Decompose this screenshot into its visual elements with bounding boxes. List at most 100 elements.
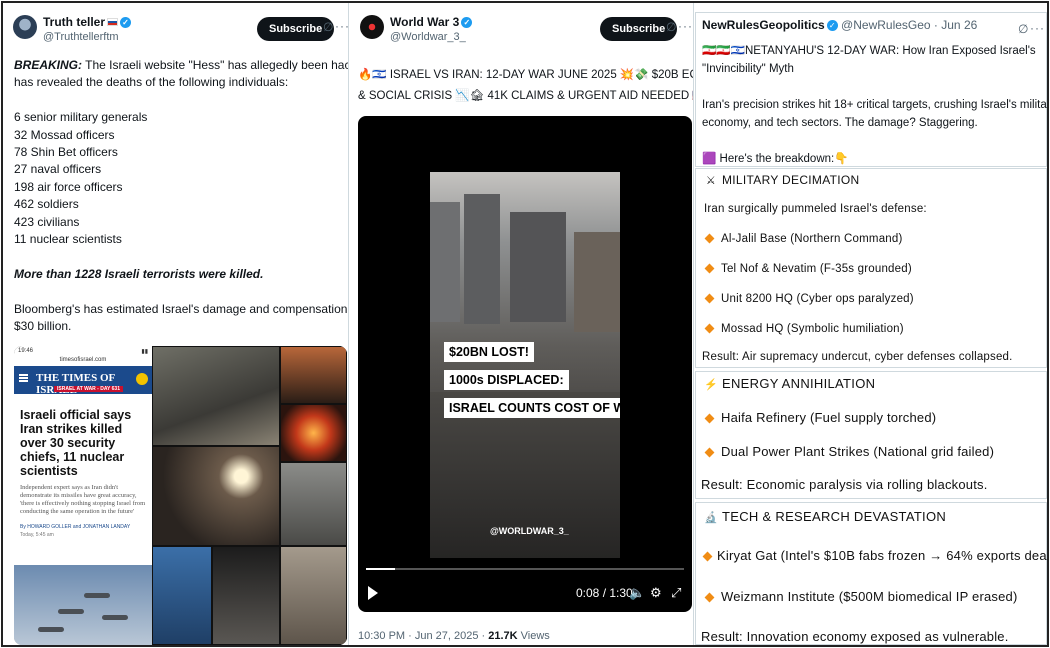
settings-icon[interactable]: ⚙ [650, 585, 662, 601]
signal-icon: ▮▮ [141, 349, 148, 355]
tweet-timestamp[interactable]: 10:30 PM · Jun 27, 2025 · [358, 630, 488, 642]
list-item: Tel Nof & Nevatim (F-35s grounded) [704, 263, 912, 275]
toi-subbar: ISRAEL AT WAR - DAY 631 [54, 386, 123, 392]
section-result: Result: Air supremacy undercut, cyber de… [702, 351, 1013, 363]
section-result: Result: Innovation economy exposed as vu… [701, 629, 1009, 644]
section-result: Result: Economic paralysis via rolling b… [701, 477, 988, 492]
user-handle[interactable]: @Truthtellerftm [43, 31, 119, 43]
section-title: ⚡ ENERGY ANNIHILATION [704, 376, 876, 391]
orange-diamond-icon [704, 413, 715, 424]
building-shape [430, 202, 460, 322]
times-of-israel-screenshot[interactable]: 19:46 ▮▮ timesofisrael.com THE TIMES OF I… [14, 346, 152, 645]
building-photo[interactable] [280, 462, 347, 546]
video-player[interactable]: $20BN LOST! 1000s DISPLACED: ISRAEL COUN… [358, 116, 692, 612]
casualty-item: 27 naval officers [14, 162, 102, 177]
tweet-line: Iran's precision strikes hit 18+ critica… [702, 99, 1047, 111]
jet-shape [58, 609, 84, 614]
display-name[interactable]: Truth teller ✓ [43, 15, 132, 29]
tweet-line: & SOCIAL CRISIS 📉🏚 41K CLAIMS & URGENT A… [358, 90, 694, 102]
building-shape [510, 212, 566, 322]
video-caption: ISRAEL COUNTS COST OF WAR [444, 398, 620, 418]
casualty-item: 11 nuclear scientists [14, 232, 122, 247]
orange-diamond-icon [704, 323, 715, 334]
night-fire-photo[interactable] [212, 546, 280, 645]
media-collage[interactable]: 19:46 ▮▮ timesofisrael.com THE TIMES OF I… [14, 346, 347, 645]
grok-icon[interactable]: ∅ [1018, 23, 1030, 35]
orange-diamond-icon [704, 447, 715, 458]
energy-panel: ⚡ ENERGY ANNIHILATION Haifa Refinery (Fue… [695, 371, 1047, 499]
section-title: 🔬 TECH & RESEARCH DEVASTATION [704, 509, 947, 524]
display-name[interactable]: World War 3 ✓ [390, 15, 473, 29]
jet-shape [38, 627, 64, 632]
video-progress-fill [366, 568, 395, 570]
orange-diamond-icon [704, 263, 715, 274]
fullscreen-icon[interactable]: ⤢ [671, 585, 681, 601]
list-item: Kiryat Gat (Intel's $10B fabs frozen → 6… [702, 548, 1047, 563]
tweet-newrules: NewRulesGeopolitics ✓ @NewRulesGeo · Jun … [695, 3, 1047, 645]
verified-badge-icon: ✓ [461, 17, 473, 28]
tweet-header: World War 3 ✓ @Worldwar_3_ Subscribe ∅ ··… [360, 13, 692, 49]
views-label: Views [517, 630, 550, 642]
casualty-item: 198 air force officers [14, 179, 123, 194]
bell-icon [136, 373, 148, 385]
rubble-photo[interactable] [280, 546, 347, 645]
more-options-icon[interactable]: ··· [678, 19, 693, 33]
tweet-header: Truth teller ✓ @Truthtellerftm Subscribe … [13, 13, 348, 49]
lightning-icon: ⚡ [704, 379, 718, 391]
tweet-line: 🇮🇷🇮🇷🇮🇱NETANYAHU'S 12-DAY WAR: How Iran E… [702, 45, 1036, 57]
microscope-icon: 🔬 [704, 512, 718, 524]
casualty-item: 32 Mossad officers [14, 127, 115, 142]
orange-diamond-icon [704, 592, 715, 603]
tweet-text: BREAKING: The Israeli website "Hess" has… [14, 57, 348, 336]
breaking-label: BREAKING: [14, 58, 82, 72]
tweet-line: has revealed the deaths of the following… [14, 75, 289, 90]
view-count: 21.7K [488, 630, 518, 642]
user-handle-date[interactable]: @NewRulesGeo · Jun 26 [841, 18, 977, 32]
avatar[interactable] [13, 15, 37, 39]
building-shape [464, 194, 500, 324]
tweet-intro-panel: NewRulesGeopolitics ✓ @NewRulesGeo · Jun … [695, 12, 1047, 167]
night-rubble-photo[interactable] [152, 446, 280, 546]
tweet-line: $30 billion. [14, 319, 72, 334]
jet-shape [102, 615, 128, 620]
tweet-truthteller: Truth teller ✓ @Truthtellerftm Subscribe … [3, 3, 349, 645]
avatar[interactable] [360, 15, 384, 39]
play-icon[interactable] [368, 586, 378, 600]
military-panel: ⚔ MILITARY DECIMATION Iran surgically pum… [695, 168, 1047, 368]
damaged-tower-photo[interactable] [152, 546, 212, 645]
video-progress-bar[interactable] [366, 568, 684, 570]
fighter-jets-photo [14, 565, 152, 645]
toi-summary: Independent expert says as Iran didn't d… [20, 484, 146, 515]
list-item: Dual Power Plant Strikes (National grid … [704, 444, 994, 459]
grok-icon[interactable]: ∅ [666, 21, 678, 33]
more-options-icon[interactable]: ··· [1030, 21, 1045, 35]
aerial-damage-photo[interactable] [152, 346, 280, 446]
display-name[interactable]: NewRulesGeopolitics [702, 18, 825, 32]
casualty-item: 6 senior military generals [14, 110, 148, 125]
volume-icon[interactable]: 🔈 [629, 585, 645, 601]
tweet-text: 🇮🇷🇮🇷🇮🇱NETANYAHU'S 12-DAY WAR: How Iran E… [702, 42, 1047, 168]
toi-masthead-text: THE TIMES OF ISRAEL [36, 372, 115, 396]
video-frame: $20BN LOST! 1000s DISPLACED: ISRAEL COUN… [430, 172, 620, 558]
more-options-icon[interactable]: ··· [335, 19, 348, 33]
explosion-photo[interactable] [280, 404, 347, 462]
user-handle[interactable]: @Worldwar_3_ [390, 31, 466, 43]
list-item: Unit 8200 HQ (Cyber ops paralyzed) [704, 293, 914, 305]
browser-url: timesofisrael.com [59, 357, 107, 363]
toi-byline: By HOWARD GOLLER and JONATHAN LANDAY [20, 524, 131, 530]
verified-badge-icon: ✓ [120, 17, 132, 28]
tweet-header: NewRulesGeopolitics ✓ @NewRulesGeo · Jun … [702, 18, 977, 32]
tweet-text: 🔥🇮🇱 ISRAEL VS IRAN: 12-DAY WAR JUNE 2025… [358, 65, 694, 107]
section-title: ⚔ MILITARY DECIMATION [705, 173, 860, 187]
tweet-line: "Invincibility" Myth [702, 63, 794, 75]
grok-icon[interactable]: ∅ [323, 21, 335, 33]
list-item: Mossad HQ (Symbolic humiliation) [704, 323, 904, 335]
tech-panel: 🔬 TECH & RESEARCH DEVASTATION Kiryat Gat … [695, 502, 1047, 645]
tweet-line: 🔥🇮🇱 ISRAEL VS IRAN: 12-DAY WAR JUNE 2025… [358, 69, 693, 81]
status-time: 19:46 [18, 348, 34, 354]
jet-shape [84, 593, 110, 598]
toi-masthead: THE TIMES OF ISRAEL ISRAEL AT WAR - DAY … [14, 366, 152, 396]
conclusion-text: More than 1228 Israeli terrorists were k… [14, 266, 264, 281]
smoke-photo[interactable] [280, 346, 347, 404]
video-caption: 1000s DISPLACED: [444, 370, 569, 390]
